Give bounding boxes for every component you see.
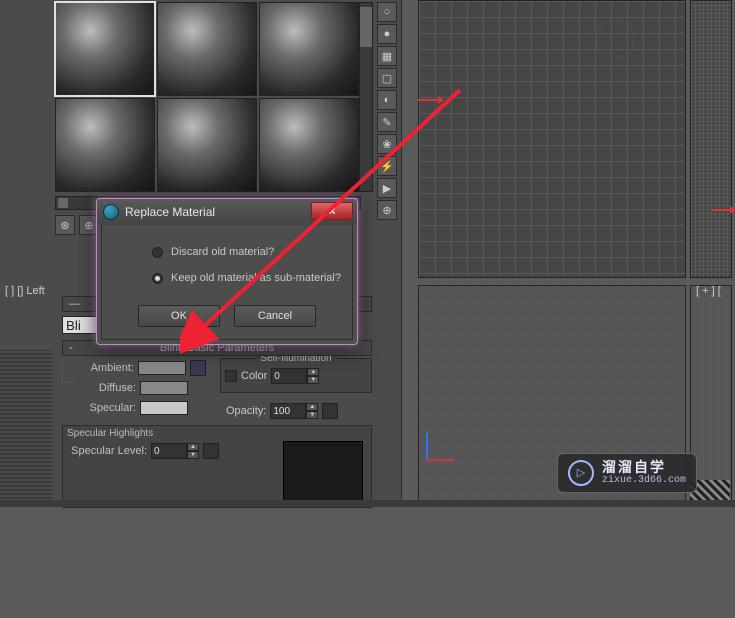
get-material-icon[interactable]: ⊛: [55, 215, 75, 235]
opacity-label: Opacity:: [226, 405, 266, 417]
viewport-top2[interactable]: [690, 0, 732, 278]
collapse-icon[interactable]: -: [69, 342, 73, 354]
discard-label: Discard old material?: [171, 246, 274, 258]
backlight-icon[interactable]: ●: [377, 24, 397, 44]
spin-down-icon[interactable]: ▼: [307, 376, 319, 384]
watermark-play-icon: ▷: [568, 460, 594, 486]
spin-down-icon[interactable]: ▼: [187, 451, 199, 459]
material-slot[interactable]: [55, 2, 155, 96]
opacity-map-button[interactable]: [322, 403, 338, 419]
material-slot[interactable]: [157, 98, 257, 192]
hscroll-left[interactable]: [58, 198, 68, 208]
ambient-label: Ambient:: [76, 362, 134, 374]
dialog-titlebar[interactable]: Replace Material ×: [97, 199, 357, 225]
spin-up-icon[interactable]: ▲: [306, 403, 318, 411]
opacity-value[interactable]: [270, 403, 306, 419]
ok-button[interactable]: OK: [138, 305, 220, 327]
watermark-cn: 溜溜自学: [602, 460, 686, 475]
radio-discard[interactable]: [152, 247, 163, 258]
material-slot[interactable]: [259, 98, 359, 192]
self-illum-color-checkbox[interactable]: [225, 370, 237, 382]
editor-right-toolbar: ○ ● ▦ ▢ ◐ ✎ ❀ ⚡ ▶ ⊕: [377, 2, 399, 220]
spin-up-icon[interactable]: ▲: [307, 368, 319, 376]
material-slot[interactable]: [55, 98, 155, 192]
spec-level-spinner[interactable]: ▲▼: [151, 443, 199, 459]
slots-vscroll[interactable]: [359, 2, 373, 192]
spec-level-label: Specular Level:: [67, 445, 147, 457]
diffuse-swatch[interactable]: [140, 381, 188, 395]
keep-label: Keep old material as sub-material?: [171, 272, 341, 284]
watermark: ▷ 溜溜自学 zixue.3d66.com: [557, 453, 697, 493]
viewport-top[interactable]: [418, 0, 686, 278]
radio-keep[interactable]: [152, 273, 163, 284]
dialog-app-icon: [103, 204, 119, 220]
vscroll-thumb[interactable]: [360, 7, 372, 47]
spin-up-icon[interactable]: ▲: [187, 443, 199, 451]
select-by-material-icon[interactable]: ⊕: [377, 200, 397, 220]
spec-highlights-label: Specular Highlights: [67, 428, 367, 439]
material-slot[interactable]: [157, 2, 257, 96]
video-color-icon[interactable]: ✎: [377, 112, 397, 132]
viewcube[interactable]: [595, 19, 635, 59]
material-effects-icon[interactable]: ⚡: [377, 156, 397, 176]
cancel-button[interactable]: Cancel: [234, 305, 316, 327]
left-gutter: [0, 0, 52, 350]
watermark-en: zixue.3d66.com: [602, 475, 686, 486]
viewport-axis-x: [418, 95, 444, 105]
dialog-body: Discard old material? Keep old material …: [101, 225, 353, 340]
axis-gizmo: [426, 433, 454, 461]
highlight-curve: [283, 441, 363, 501]
sample-type-icon[interactable]: ○: [377, 2, 397, 22]
diffuse-label: Diffuse:: [78, 382, 136, 394]
self-illum-value[interactable]: [271, 368, 307, 384]
background-icon[interactable]: ▦: [377, 46, 397, 66]
spin-down-icon[interactable]: ▼: [306, 411, 318, 419]
material-slot[interactable]: [259, 2, 359, 96]
opacity-spinner[interactable]: ▲▼: [270, 403, 318, 419]
self-illum-spinner[interactable]: ▲▼: [271, 368, 319, 384]
specular-swatch[interactable]: [140, 401, 188, 415]
dialog-title: Replace Material: [125, 205, 215, 219]
sample-uv-icon[interactable]: ▢: [377, 68, 397, 88]
specular-highlights-group: Specular Highlights Specular Level: ▲▼: [62, 425, 372, 508]
view-label-right: [ + ] [: [696, 285, 721, 297]
viewport-axis-x2: [712, 205, 735, 215]
options-icon[interactable]: ❀: [377, 134, 397, 154]
keep-option[interactable]: Keep old material as sub-material?: [112, 265, 342, 291]
sample-slots: [55, 2, 361, 192]
close-button[interactable]: ×: [311, 202, 353, 220]
video-icon[interactable]: ▶: [377, 178, 397, 198]
specular-label: Specular:: [78, 402, 136, 414]
collapse-icon[interactable]: —: [69, 298, 80, 310]
highlight-icon[interactable]: ◐: [377, 90, 397, 110]
left-gutter-hatch: [0, 350, 52, 507]
bottom-strip: [0, 500, 735, 507]
discard-option[interactable]: Discard old material?: [112, 239, 342, 265]
spec-level-map-button[interactable]: [203, 443, 219, 459]
spec-level-value[interactable]: [151, 443, 187, 459]
ambient-lock-icon[interactable]: [190, 360, 206, 376]
color-label: Color: [241, 370, 267, 382]
view-label-left: [ ] [] Left: [5, 285, 45, 297]
link-bracket-icon: [62, 353, 74, 383]
ambient-swatch[interactable]: [138, 361, 186, 375]
replace-material-dialog: Replace Material × Discard old material?…: [96, 198, 358, 345]
